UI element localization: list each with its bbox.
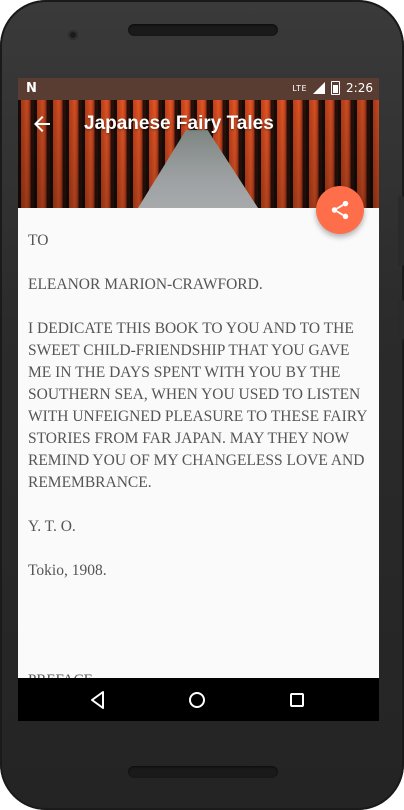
arrow-left-icon — [34, 116, 50, 132]
status-bar: N LTE 2:26 — [18, 78, 379, 100]
content-paragraph: ELEANOR MARION-CRAWFORD. — [28, 276, 263, 293]
notification-icon: N — [26, 81, 37, 96]
content-paragraph: Y. T. O. — [28, 518, 76, 535]
phone-frame: N LTE 2:26 Japanese Fairy Tales TO ELEAN… — [0, 0, 404, 810]
share-button[interactable] — [316, 186, 364, 234]
nav-back-button[interactable] — [86, 688, 110, 712]
circle-home-icon — [189, 692, 205, 708]
status-right: LTE 2:26 — [292, 81, 373, 95]
top-speaker — [128, 24, 278, 36]
nav-home-button[interactable] — [185, 688, 209, 712]
status-time: 2:26 — [346, 81, 373, 95]
front-camera — [68, 30, 78, 40]
bottom-speaker — [128, 766, 278, 778]
square-recent-icon — [290, 693, 304, 707]
triangle-back-icon — [91, 691, 104, 709]
signal-icon — [313, 82, 326, 94]
share-icon — [331, 200, 349, 220]
content-paragraph: I DEDICATE THIS BOOK TO YOU AND TO THE S… — [28, 320, 367, 491]
nav-recent-button[interactable] — [285, 688, 309, 712]
volume-button[interactable] — [398, 300, 404, 340]
navigation-bar — [18, 678, 379, 721]
battery-icon — [331, 81, 341, 95]
content-paragraph: Tokio, 1908. — [28, 562, 107, 579]
content-paragraph: TO — [28, 232, 49, 249]
page-title: Japanese Fairy Tales — [84, 113, 274, 134]
book-content: TO ELEANOR MARION-CRAWFORD. I DEDICATE T… — [28, 230, 373, 604]
screen: N LTE 2:26 Japanese Fairy Tales TO ELEAN… — [18, 78, 379, 721]
lte-label: LTE — [292, 83, 308, 93]
back-button[interactable] — [30, 112, 54, 136]
power-button[interactable] — [398, 196, 404, 266]
